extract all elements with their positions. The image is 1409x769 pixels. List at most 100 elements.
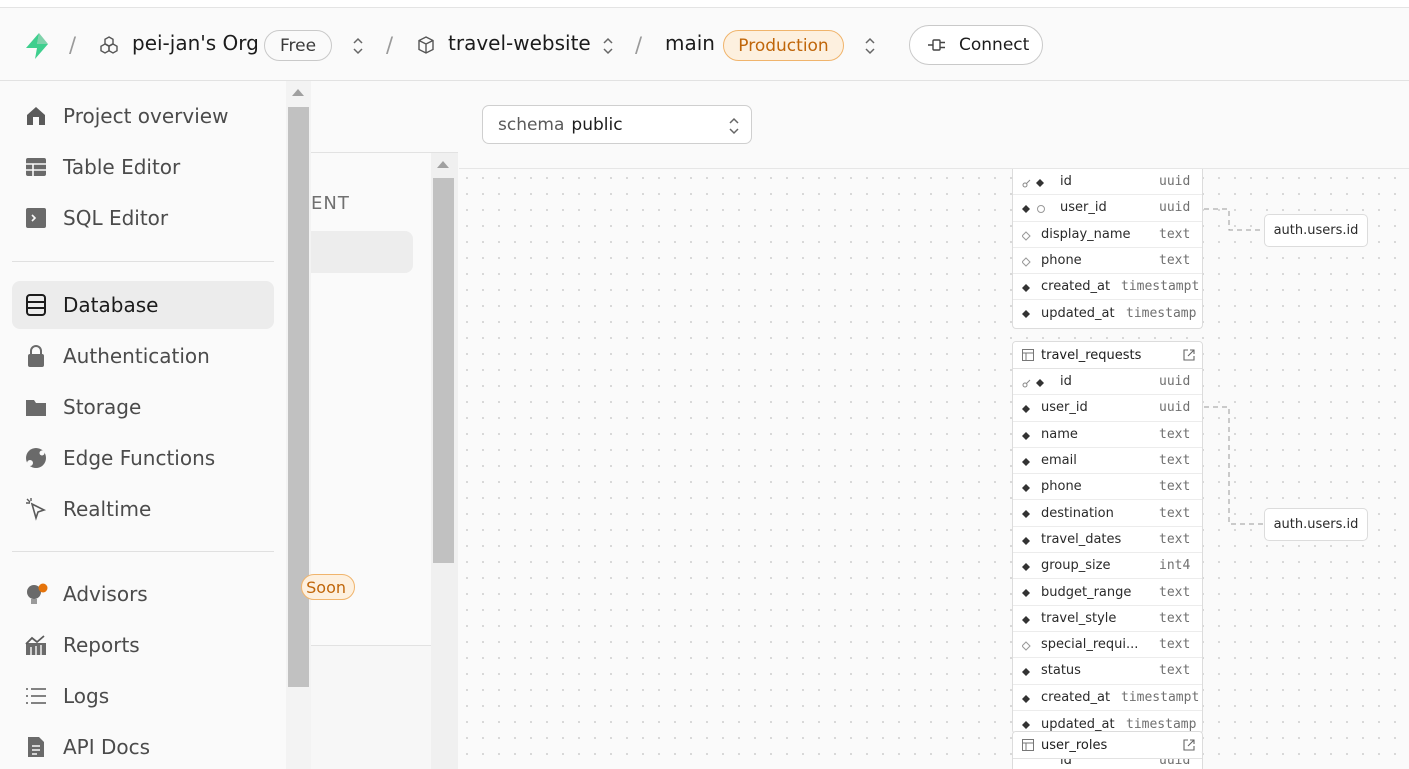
table-column-row: created_at timestampt (1013, 685, 1202, 711)
sidebar-item-api-docs[interactable]: API Docs (12, 723, 274, 769)
project-name[interactable]: travel-website (448, 31, 591, 55)
column-name: group_size (1041, 558, 1111, 574)
breadcrumb-separator: / (635, 33, 643, 57)
breadcrumb-separator: / (386, 33, 394, 57)
column-type: int4 (1159, 558, 1191, 574)
table-card-user-roles[interactable]: user_roles id uuid (1012, 731, 1203, 769)
primary-key-icon (1022, 179, 1044, 188)
table-column-row: status text (1013, 658, 1202, 685)
table-card-header[interactable]: user_roles (1013, 732, 1202, 759)
sidebar-item-sql-editor[interactable]: SQL Editor (12, 194, 274, 242)
column-name: display_name (1041, 226, 1131, 242)
menu-scrollbar[interactable] (431, 153, 458, 769)
column-name: created_at (1041, 279, 1111, 295)
column-name: special_requi... (1041, 637, 1139, 653)
foreign-key-icon (1022, 205, 1045, 214)
sidebar-item-label: Reports (63, 633, 140, 657)
sidebar-item-realtime[interactable]: Realtime (12, 485, 274, 533)
project-switcher-chevron-icon[interactable] (601, 36, 615, 56)
column-type: timestampt (1121, 279, 1200, 295)
org-switcher-chevron-icon[interactable] (351, 36, 365, 56)
table-column-row: id uuid (1013, 759, 1202, 769)
column-name: id (1060, 174, 1072, 190)
sidebar-item-label: Database (63, 293, 159, 317)
reference-node-auth-users[interactable]: auth.users.id (1264, 508, 1368, 541)
table-column-row: user_id uuid (1013, 195, 1202, 222)
column-type: text (1159, 637, 1191, 653)
table-column-row: phone text (1013, 474, 1202, 501)
column-name: budget_range (1041, 584, 1132, 600)
table-column-row: budget_range text (1013, 579, 1202, 606)
table-card-header[interactable]: travel_requests (1013, 342, 1202, 369)
sidebar-item-advisors[interactable]: Advisors (12, 570, 274, 618)
column-name: destination (1041, 505, 1114, 521)
connect-label: Connect (959, 35, 1030, 55)
org-name[interactable]: pei-jan's Org (132, 31, 259, 55)
sidebar-item-authentication[interactable]: Authentication (12, 332, 274, 380)
document-icon (28, 737, 44, 757)
home-icon (27, 107, 45, 125)
column-name: user_id (1041, 400, 1088, 416)
column-name: id (1060, 374, 1072, 390)
sidebar-item-database[interactable]: Database (12, 281, 274, 329)
table-card-travel-requests[interactable]: travel_requests id uuid user_id uuid nam… (1012, 341, 1203, 734)
table-card-profiles[interactable]: id uuid user_id uuid display_name text p… (1012, 169, 1203, 329)
list-icon (26, 688, 46, 704)
schema-toolbar: schema public (459, 81, 1409, 169)
branch-name[interactable]: main (665, 31, 715, 55)
column-name: phone (1041, 253, 1082, 269)
column-type: text (1159, 453, 1191, 469)
canvas-dot-grid[interactable] (459, 170, 1409, 769)
terminal-icon (26, 208, 46, 228)
table-column-row: destination text (1013, 500, 1202, 527)
sidebar-item-project-overview[interactable]: Project overview (12, 92, 274, 140)
table-column-row: group_size int4 (1013, 553, 1202, 580)
scrollbar-thumb[interactable] (288, 107, 309, 687)
supabase-logo-icon[interactable] (22, 31, 52, 61)
column-type: text (1159, 584, 1191, 600)
sidebar-item-label: API Docs (63, 735, 151, 759)
reference-node-auth-users[interactable]: auth.users.id (1264, 214, 1368, 247)
column-type: timestampt (1121, 689, 1200, 705)
external-link-icon[interactable] (1183, 739, 1195, 751)
column-name: travel_style (1041, 610, 1117, 626)
sidebar-item-label: Table Editor (63, 155, 181, 179)
sidebar-divider (12, 551, 274, 552)
schema-visualizer: schema public id uuid user_id uuid displ… (459, 81, 1409, 769)
sidebar-divider (12, 261, 274, 262)
plan-badge: Free (264, 30, 332, 61)
branch-switcher-chevron-icon[interactable] (863, 36, 877, 56)
column-type: timestamp (1126, 306, 1197, 322)
scroll-up-arrow-icon[interactable] (437, 161, 449, 168)
column-type: text (1159, 479, 1191, 495)
connect-button[interactable]: Connect (909, 25, 1043, 65)
column-type: uuid (1159, 759, 1191, 768)
sidebar-item-label: Advisors (63, 582, 148, 606)
column-name: travel_dates (1041, 531, 1122, 547)
column-name: updated_at (1041, 306, 1115, 322)
column-type: text (1159, 663, 1191, 679)
sidebar-scrollbar[interactable] (286, 81, 311, 769)
sidebar-item-edge-functions[interactable]: Edge Functions (12, 434, 274, 482)
sidebar-item-label: Logs (63, 684, 110, 708)
lightbulb-icon (27, 583, 48, 604)
table-column-row: display_name text (1013, 222, 1202, 248)
schema-selector[interactable]: schema public (482, 105, 752, 144)
sidebar-item-reports[interactable]: Reports (12, 621, 274, 669)
column-type: uuid (1159, 400, 1191, 416)
sidebar-item-storage[interactable]: Storage (12, 383, 274, 431)
menu-item-selected[interactable] (311, 231, 413, 273)
chevron-up-down-icon (729, 117, 739, 135)
scroll-up-arrow-icon[interactable] (292, 89, 304, 96)
database-menu-panel: ENT Soon (301, 81, 458, 769)
sidebar-item-logs[interactable]: Logs (12, 672, 274, 720)
table-name: travel_requests (1041, 347, 1142, 363)
external-link-icon[interactable] (1183, 349, 1195, 361)
sidebar-item-table-editor[interactable]: Table Editor (12, 143, 274, 191)
scrollbar-thumb[interactable] (433, 178, 454, 563)
cursor-icon (26, 498, 47, 521)
table-column-row: id uuid (1013, 369, 1202, 396)
table-icon (1022, 739, 1034, 751)
table-column-row: user_id uuid (1013, 395, 1202, 422)
schema-selector-key: schema (498, 114, 565, 135)
